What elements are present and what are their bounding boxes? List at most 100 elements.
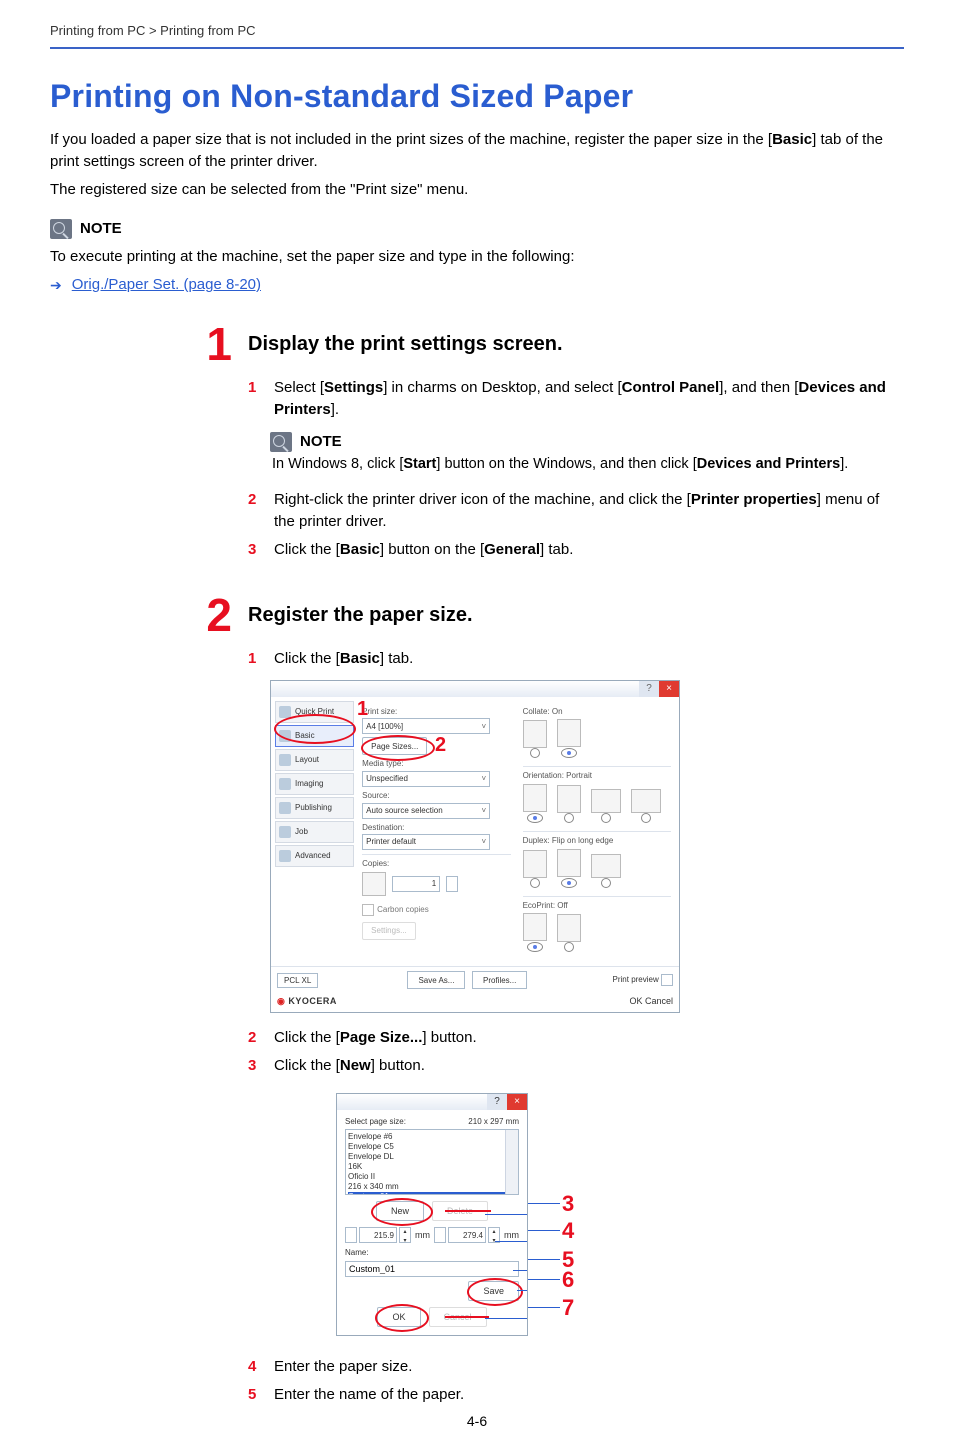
- close-button[interactable]: ×: [659, 681, 679, 697]
- screenshot-printing-preferences: ? × Quick Print Basic Layout Imaging Pub…: [270, 680, 680, 1014]
- step1-sub3: 3 Click the [Basic] button on the [Gener…: [248, 539, 904, 561]
- save-as-button[interactable]: Save As...: [407, 971, 465, 989]
- height-spinner[interactable]: 279.4 ▴▾: [434, 1227, 500, 1243]
- print-size-label: Print size:: [362, 706, 510, 718]
- orientation-label: Orientation: Portrait: [523, 770, 671, 782]
- t: ] button.: [371, 1057, 425, 1074]
- profiles-button[interactable]: Profiles...: [472, 971, 527, 989]
- xref-link[interactable]: Orig./Paper Set. (page 8-20): [72, 274, 261, 296]
- orient-portrait-rot-radio[interactable]: [564, 813, 574, 823]
- collate-off-radio[interactable]: [530, 748, 540, 758]
- width-spinner[interactable]: 215.9 ▴▾: [345, 1227, 411, 1243]
- page-size-listbox[interactable]: Envelope #6 Envelope C5 Envelope DL 16K …: [345, 1129, 519, 1195]
- layout-icon: [279, 754, 291, 766]
- copies-label: Copies:: [362, 858, 510, 870]
- step-2: 2 Register the paper size. 1 Click the […: [180, 595, 904, 1412]
- t: Click the [: [274, 541, 340, 558]
- name-input[interactable]: [345, 1261, 519, 1277]
- eco-off-radio[interactable]: [527, 942, 543, 952]
- collate-on-radio[interactable]: [561, 748, 577, 758]
- pref-col2: Collate: On Orientation: Portrait: [519, 701, 675, 963]
- select-value: Unspecified: [366, 773, 408, 785]
- eco-on-radio[interactable]: [564, 942, 574, 952]
- tab-publishing[interactable]: Publishing: [275, 797, 354, 819]
- t: ] button on the [: [380, 541, 484, 558]
- tab-imaging[interactable]: Imaging: [275, 773, 354, 795]
- step2-sub4-num: 4: [248, 1356, 262, 1378]
- t: Devices and Printers: [697, 456, 840, 472]
- t: Page Size...: [340, 1029, 423, 1046]
- print-preview-checkbox[interactable]: [661, 974, 673, 986]
- imaging-icon: [279, 778, 291, 790]
- leader-ext-3: [528, 1203, 560, 1204]
- orient-landscape-rot-radio[interactable]: [641, 813, 651, 823]
- duplex-long-icon: [557, 849, 581, 877]
- step2-sub1: 1 Click the [Basic] tab.: [248, 648, 904, 670]
- scrollbar[interactable]: [505, 1130, 518, 1194]
- screenshot2-with-callouts: ? × Select page size: 210 x 297 mm Envel…: [292, 1083, 904, 1350]
- list-item[interactable]: Envelope C5: [348, 1142, 516, 1152]
- step1-inline-note: NOTE In Windows 8, click [Start] button …: [270, 431, 904, 476]
- list-item[interactable]: Envelope #6: [348, 1132, 516, 1142]
- spin-arrows[interactable]: ▴▾: [399, 1227, 411, 1243]
- orient-portrait-radio[interactable]: [527, 813, 543, 823]
- callout-oval-3: [371, 1198, 433, 1226]
- copies-input[interactable]: 1: [392, 876, 440, 892]
- tab-layout[interactable]: Layout: [275, 749, 354, 771]
- t: Control Panel: [622, 379, 720, 396]
- close-button[interactable]: ×: [507, 1094, 527, 1110]
- t: ] button.: [422, 1029, 476, 1046]
- duplex-short-radio[interactable]: [601, 878, 611, 888]
- ok-button[interactable]: OK: [629, 996, 642, 1006]
- pcl-mode[interactable]: PCL XL: [277, 973, 318, 989]
- breadcrumb: Printing from PC > Printing from PC: [50, 22, 904, 41]
- tab-label: Layout: [295, 754, 319, 766]
- step1-inline-note-text: In Windows 8, click [Start] button on th…: [272, 454, 904, 475]
- step2-sub3-num: 3: [248, 1055, 262, 1077]
- header-rule: [50, 47, 904, 49]
- unit-mm-w: mm: [415, 1229, 430, 1242]
- list-item[interactable]: Envelope DL: [348, 1152, 516, 1162]
- destination-select[interactable]: Printer default: [362, 834, 490, 850]
- eco-off-icon: [523, 913, 547, 941]
- t: Select [: [274, 379, 324, 396]
- media-type-select[interactable]: Unspecified: [362, 771, 490, 787]
- t: New: [340, 1057, 371, 1074]
- step-2-heading: Register the paper size.: [248, 595, 904, 636]
- page-number: 4-6: [467, 1411, 487, 1431]
- t: ].: [331, 401, 339, 418]
- tab-job[interactable]: Job: [275, 821, 354, 843]
- step-1: 1 Display the print settings screen. 1 S…: [180, 324, 904, 567]
- step2-sub3: 3 Click the [New] button.: [248, 1055, 904, 1077]
- tab-advanced[interactable]: Advanced: [275, 845, 354, 867]
- duplex-short-icon: [591, 854, 621, 878]
- cancel-button[interactable]: Cancel: [645, 996, 673, 1006]
- step-1-heading: Display the print settings screen.: [248, 324, 904, 365]
- duplex-long-radio[interactable]: [561, 878, 577, 888]
- source-select[interactable]: Auto source selection: [362, 803, 490, 819]
- orient-landscape-radio[interactable]: [601, 813, 611, 823]
- page-title: Printing on Non-standard Sized Paper: [50, 73, 904, 119]
- help-button[interactable]: ?: [639, 681, 659, 697]
- step2-sub5-num: 5: [248, 1384, 262, 1406]
- list-item[interactable]: 216 x 340 mm: [348, 1182, 516, 1192]
- help-button[interactable]: ?: [487, 1094, 507, 1110]
- carbon-copies-checkbox[interactable]: [362, 904, 374, 916]
- callout-oval-1: [274, 714, 356, 744]
- list-item[interactable]: 16K: [348, 1162, 516, 1172]
- height-value[interactable]: 279.4: [448, 1227, 486, 1243]
- list-item-selected[interactable]: Custom_01: [348, 1192, 516, 1195]
- width-value[interactable]: 215.9: [359, 1227, 397, 1243]
- duplex-off-icon: [523, 850, 547, 878]
- leader-ext-4: [528, 1230, 560, 1231]
- step-2-number: 2: [180, 595, 242, 636]
- leader-5: [513, 1270, 527, 1271]
- step1-sub1-text: Select [Settings] in charms on Desktop, …: [274, 377, 904, 421]
- list-item[interactable]: Oficio II: [348, 1172, 516, 1182]
- step1-sub1-num: 1: [248, 377, 262, 421]
- brand-logo: ◉ KYOCERA: [277, 995, 337, 1008]
- duplex-off-radio[interactable]: [530, 878, 540, 888]
- copies-spinner[interactable]: [446, 876, 458, 892]
- print-size-select[interactable]: A4 [100%]: [362, 718, 490, 734]
- strike-delete: [445, 1210, 491, 1212]
